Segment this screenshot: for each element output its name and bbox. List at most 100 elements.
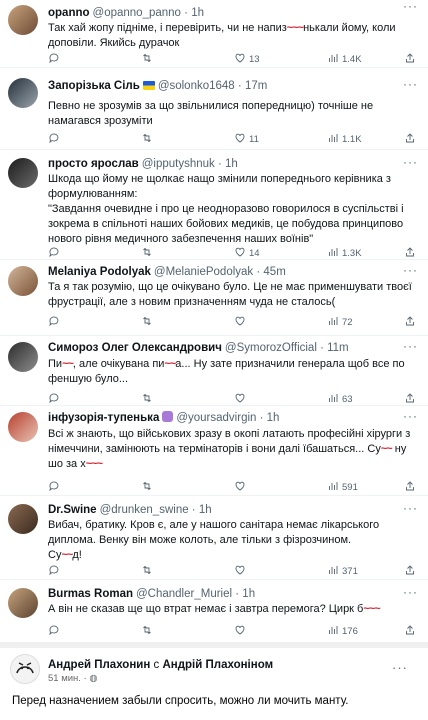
redaction-mark: ~~~ (286, 22, 304, 34)
reply-button[interactable] (48, 624, 63, 638)
author-handle[interactable]: @opanno_panno (93, 7, 181, 19)
tweet-7[interactable]: Dr.Swine @drunken_swine · 1h ··· Вибач, б… (0, 496, 428, 580)
avatar[interactable] (8, 412, 38, 442)
retweet-icon (143, 133, 151, 143)
author-name[interactable]: Андрей Плахонин (48, 659, 150, 671)
share-button[interactable] (404, 246, 416, 260)
reply-icon (49, 393, 59, 404)
tweet-6[interactable]: інфузорія-тупенька @yoursadvirgin · 1h ··… (0, 406, 428, 496)
coauthor-name[interactable]: Андрій Плахоніном (162, 659, 273, 671)
retweet-button[interactable] (141, 246, 156, 260)
tweet-time[interactable]: 1h (199, 504, 212, 516)
author-name[interactable]: opanno (48, 7, 90, 19)
retweet-button[interactable] (141, 480, 156, 494)
tweet-time[interactable]: 1h (242, 588, 255, 600)
heart-icon (235, 393, 245, 403)
tweet-5[interactable]: Симороз Олег Олександрович @SymorozOffici… (0, 336, 428, 406)
tweet-time[interactable]: 1h (267, 412, 280, 424)
author-name[interactable]: Симороз Олег Олександрович (48, 342, 222, 354)
avatar[interactable] (8, 588, 38, 618)
avatar[interactable] (8, 504, 38, 534)
tweet-2[interactable]: Запорізька Сіль @solonko1648 · 17m ··· Пе… (0, 68, 428, 150)
more-icon[interactable]: ··· (403, 0, 418, 12)
reply-button[interactable] (48, 315, 63, 329)
author-handle[interactable]: @MelaniePodolyak (154, 266, 253, 278)
more-icon[interactable]: ··· (403, 78, 418, 90)
author-name[interactable]: Melaniya Podolyak (48, 266, 151, 278)
author-name[interactable]: Запорізька Сіль (48, 80, 140, 92)
tweet-actions: 176 (48, 624, 418, 638)
retweet-button[interactable] (141, 132, 156, 146)
share-button[interactable] (404, 624, 416, 638)
tweet-time[interactable]: 1h (225, 158, 238, 170)
more-icon[interactable]: ··· (403, 502, 418, 514)
author-handle[interactable]: @drunken_swine (100, 504, 189, 516)
retweet-button[interactable] (141, 392, 156, 406)
tweet-1[interactable]: opanno @opanno_panno · 1h ··· Так хай жоп… (0, 0, 428, 68)
tweet-time[interactable]: 11m (327, 342, 349, 354)
like-button[interactable]: 13 (234, 52, 260, 66)
avatar[interactable] (8, 158, 38, 188)
views-button[interactable]: 1.4K (327, 52, 362, 66)
author-avatar-icon[interactable] (10, 654, 40, 684)
tweet-time[interactable]: 1h (191, 7, 204, 19)
views-button[interactable]: 176 (327, 624, 358, 638)
more-icon[interactable]: ··· (403, 586, 418, 598)
author-name[interactable]: просто ярослав (48, 158, 139, 170)
reply-button[interactable] (48, 480, 63, 494)
avatar[interactable] (8, 78, 38, 108)
retweet-button[interactable] (141, 624, 156, 638)
like-button[interactable] (234, 624, 249, 638)
more-icon[interactable]: ··· (403, 156, 418, 168)
like-button[interactable] (234, 315, 249, 329)
author-name[interactable]: Dr.Swine (48, 504, 97, 516)
author-handle[interactable]: @Chandler_Muriel (136, 588, 232, 600)
more-icon[interactable]: ··· (403, 340, 418, 352)
share-button[interactable] (404, 564, 416, 578)
tweet-8[interactable]: Burmas Roman @Chandler_Muriel · 1h ··· А … (0, 580, 428, 642)
more-icon[interactable]: ··· (392, 660, 408, 675)
post-time[interactable]: 51 мин. · ◍ (48, 673, 98, 684)
views-button[interactable]: 63 (327, 392, 353, 406)
views-button[interactable]: 591 (327, 480, 358, 494)
share-button[interactable] (404, 480, 416, 494)
reply-button[interactable] (48, 52, 63, 66)
retweet-icon (143, 393, 151, 403)
more-icon[interactable]: ··· (403, 410, 418, 422)
like-button[interactable]: 11 (234, 132, 259, 146)
retweet-button[interactable] (141, 52, 156, 66)
views-button[interactable]: 1.3K (327, 246, 362, 260)
author-name[interactable]: інфузорія-тупенька (48, 412, 159, 424)
tweet-3[interactable]: просто ярослав @ipputyshnuk · 1h ··· Шкод… (0, 150, 428, 260)
like-button[interactable] (234, 392, 249, 406)
author-name[interactable]: Burmas Roman (48, 588, 133, 600)
reply-button[interactable] (48, 246, 63, 260)
tweet-time[interactable]: 45m (263, 266, 285, 278)
views-button[interactable]: 72 (327, 315, 353, 329)
views-button[interactable]: 371 (327, 564, 358, 578)
like-button[interactable]: 14 (234, 246, 260, 260)
author-handle[interactable]: @ipputyshnuk (142, 158, 215, 170)
like-button[interactable] (234, 480, 249, 494)
views-button[interactable]: 1.1K (327, 132, 362, 146)
share-button[interactable] (404, 392, 416, 406)
author-handle[interactable]: @SymorozOfficial (225, 342, 317, 354)
tweet-4[interactable]: Melaniya Podolyak @MelaniePodolyak · 45m … (0, 260, 428, 336)
share-button[interactable] (404, 132, 416, 146)
reply-button[interactable] (48, 392, 63, 406)
share-button[interactable] (404, 52, 416, 66)
avatar[interactable] (8, 266, 38, 296)
reply-button[interactable] (48, 564, 63, 578)
author-handle[interactable]: @yoursadvirgin (176, 412, 256, 424)
reply-button[interactable] (48, 132, 63, 146)
avatar[interactable] (8, 342, 38, 372)
author-handle[interactable]: @solonko1648 (158, 80, 235, 92)
retweet-icon (143, 316, 151, 326)
tweet-time[interactable]: 17m (245, 80, 267, 92)
retweet-button[interactable] (141, 564, 156, 578)
share-button[interactable] (404, 315, 416, 329)
avatar[interactable] (8, 5, 38, 35)
like-button[interactable] (234, 564, 249, 578)
more-icon[interactable]: ··· (403, 264, 418, 276)
retweet-button[interactable] (141, 315, 156, 329)
